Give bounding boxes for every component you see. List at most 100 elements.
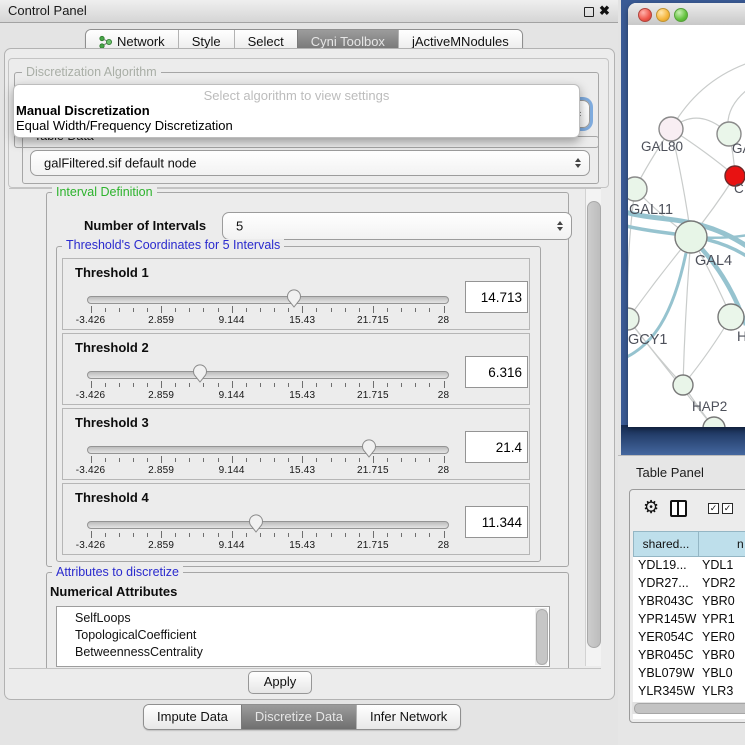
columns-icon[interactable] [670, 500, 687, 517]
network-node[interactable] [628, 177, 647, 201]
network-node[interactable] [628, 308, 639, 330]
table-panel-body: ⚙ ✓ ✓ shared... n YDL19...YDL1YDR27...YD… [629, 489, 745, 723]
threshold-value-field[interactable] [465, 281, 528, 313]
cell-shared-name[interactable]: YBL079W [638, 666, 694, 680]
threshold-slider-thumb[interactable] [286, 288, 302, 308]
network-node-label: GA [732, 141, 745, 156]
numerical-attributes-list[interactable]: SelfLoops TopologicalCoefficient Betweenne… [56, 606, 550, 667]
threshold-slider-track[interactable] [87, 296, 449, 304]
slider-tick [203, 458, 204, 462]
slider-tick-label: -3.426 [63, 465, 119, 476]
column-header-name[interactable]: n [698, 531, 745, 557]
threshold-slider-thumb[interactable] [248, 513, 264, 533]
threshold-slider-track[interactable] [87, 521, 449, 529]
slider-tick [189, 533, 190, 537]
close-traffic-light-icon[interactable] [638, 8, 652, 22]
slider-tick [359, 308, 360, 312]
table-row[interactable]: YBL079W YBL0 [633, 665, 745, 683]
threshold-value-field[interactable] [465, 506, 528, 538]
threshold-panel: Threshold 2-3.4262.8599.14415.4321.71528 [62, 333, 530, 405]
scrollbar-thumb[interactable] [587, 201, 601, 648]
cell-name[interactable]: YER0 [702, 630, 735, 644]
slider-tick [387, 383, 388, 387]
slider-tick [316, 533, 317, 537]
checkbox-icon[interactable]: ✓ [708, 503, 719, 514]
threshold-value-field[interactable] [465, 431, 528, 463]
cell-name[interactable]: YDR2 [702, 576, 735, 590]
slider-tick [429, 383, 430, 387]
cell-shared-name[interactable]: YDL19... [638, 558, 687, 572]
cell-name[interactable]: YBR0 [702, 648, 735, 662]
gear-icon[interactable]: ⚙ [643, 498, 659, 516]
threshold-slider-track[interactable] [87, 371, 449, 379]
attribute-list-item[interactable]: SelfLoops [75, 611, 131, 625]
network-node[interactable] [673, 375, 693, 395]
table-row[interactable]: YPR145W YPR1 [633, 611, 745, 629]
slider-tick [415, 383, 416, 387]
network-node[interactable] [718, 304, 744, 330]
slider-tick [119, 383, 120, 387]
table-row[interactable]: YDL19... YDL1 [633, 557, 745, 575]
cell-shared-name[interactable]: YPR145W [638, 612, 696, 626]
table-row[interactable]: YLR345W YLR3 [633, 683, 745, 701]
cell-shared-name[interactable]: YBR045C [638, 648, 694, 662]
slider-tick [359, 458, 360, 462]
slider-tick [260, 533, 261, 537]
table-data-combo[interactable]: galFiltered.sif default node [30, 150, 590, 176]
checkbox-icon[interactable]: ✓ [722, 503, 733, 514]
attribute-list-item[interactable]: TopologicalCoefficient [75, 628, 196, 642]
network-node[interactable] [659, 117, 683, 141]
screen: Control Panel ✖ Network Style Se [0, 0, 745, 745]
attribute-list-item[interactable]: BetweennessCentrality [75, 645, 203, 659]
threshold-label: Threshold 3 [75, 415, 149, 430]
slider-tick [105, 458, 106, 462]
horizontal-scrollbar[interactable] [632, 702, 745, 714]
table-panel-title: Table Panel [636, 465, 704, 480]
cell-name[interactable]: YLR3 [702, 684, 733, 698]
cell-name[interactable]: YBL0 [702, 666, 733, 680]
apply-button[interactable]: Apply [248, 671, 312, 694]
number-of-intervals-combo[interactable]: 5 [222, 212, 572, 240]
cell-shared-name[interactable]: YER054C [638, 630, 694, 644]
table-row[interactable]: YER054C YER0 [633, 629, 745, 647]
slider-tick [429, 458, 430, 462]
minimize-traffic-light-icon[interactable] [656, 8, 670, 22]
cell-name[interactable]: YPR1 [702, 612, 735, 626]
slider-tick [175, 458, 176, 462]
tab-impute-data[interactable]: Impute Data [144, 705, 241, 729]
slider-tick [345, 458, 346, 462]
threshold-slider-thumb[interactable] [192, 363, 208, 383]
network-window-titlebar[interactable] [628, 3, 745, 26]
tab-infer-network[interactable]: Infer Network [356, 705, 460, 729]
slider-tick [401, 533, 402, 537]
vertical-scrollbar[interactable] [585, 189, 601, 666]
float-icon[interactable] [584, 7, 594, 17]
algorithm-option-manual[interactable]: Manual Discretization [16, 103, 150, 118]
threshold-slider-track[interactable] [87, 446, 449, 454]
threshold-slider-thumb[interactable] [361, 438, 377, 458]
column-header-shared-name[interactable]: shared... [633, 531, 699, 557]
table-row[interactable]: YBR045C YBR0 [633, 647, 745, 665]
slider-tick-label: 9.144 [204, 390, 260, 401]
cell-shared-name[interactable]: YLR345W [638, 684, 695, 698]
algorithm-group-title: Discretization Algorithm [22, 66, 161, 79]
cell-name[interactable]: YBR0 [702, 594, 735, 608]
zoom-traffic-light-icon[interactable] [674, 8, 688, 22]
threshold-value-field[interactable] [465, 356, 528, 388]
algorithm-option-equal-width[interactable]: Equal Width/Frequency Discretization [16, 118, 233, 133]
slider-tick [444, 531, 445, 538]
table-row[interactable]: YBR043C YBR0 [633, 593, 745, 611]
scrollbar-thumb[interactable] [634, 703, 745, 714]
slider-tick [189, 383, 190, 387]
close-icon[interactable]: ✖ [599, 3, 610, 19]
network-node[interactable] [675, 221, 707, 253]
table-row[interactable]: YDR27... YDR2 [633, 575, 745, 593]
slider-tick-label: 2.859 [133, 465, 189, 476]
attributes-list-scrollbar[interactable] [535, 608, 547, 665]
tab-discretize-data[interactable]: Discretize Data [241, 705, 356, 729]
cell-name[interactable]: YDL1 [702, 558, 733, 572]
scrollbar-thumb[interactable] [536, 609, 548, 665]
cell-shared-name[interactable]: YDR27... [638, 576, 689, 590]
cell-shared-name[interactable]: YBR043C [638, 594, 694, 608]
network-canvas[interactable]: GAL80GACGAL11GAL4GCY1HHAP2 [628, 25, 745, 427]
